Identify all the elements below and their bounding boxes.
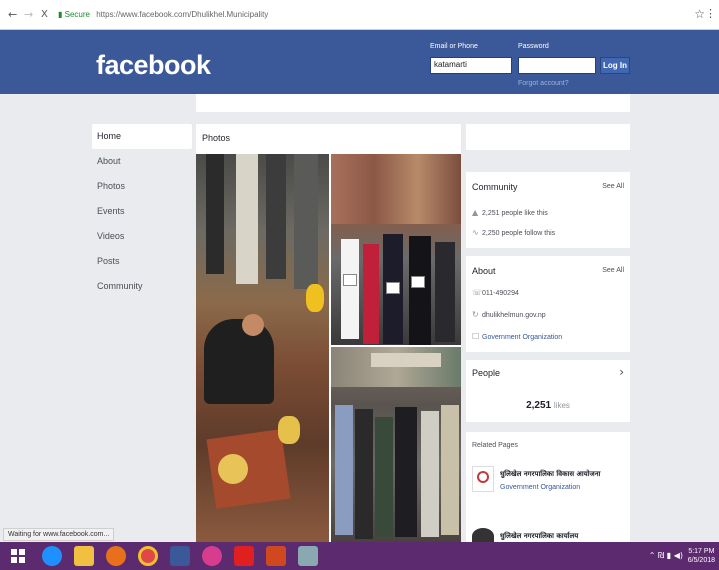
ie-icon[interactable] xyxy=(42,546,62,566)
nav-item-posts[interactable]: Posts xyxy=(92,249,192,274)
left-nav: Home About Photos Events Videos Posts Co… xyxy=(92,124,192,299)
rss-icon: ∿ xyxy=(472,228,479,237)
people-title[interactable]: People xyxy=(472,368,500,378)
nav-item-photos[interactable]: Photos xyxy=(92,174,192,199)
tool-icon[interactable] xyxy=(298,546,318,566)
file-explorer-icon[interactable] xyxy=(74,546,94,566)
system-tray[interactable]: ⌃ ₪ ▮ ◀) xyxy=(649,551,683,560)
nav-item-events[interactable]: Events xyxy=(92,199,192,224)
email-input[interactable]: katamarti xyxy=(430,57,512,74)
photo-group-street[interactable] xyxy=(331,154,461,345)
community-see-all[interactable]: See All xyxy=(602,183,624,190)
login-button[interactable]: Log In xyxy=(600,57,630,74)
community-title: Community xyxy=(472,182,518,192)
email-label: Email or Phone xyxy=(430,43,478,50)
taskbar-clock[interactable]: 5:17 PM 6/5/2018 xyxy=(688,547,715,565)
photos-title[interactable]: Photos xyxy=(202,133,230,143)
people-likes-count: 2,251 likes xyxy=(526,400,570,411)
nav-item-about[interactable]: About xyxy=(92,149,192,174)
about-phone: ☏011-490294 xyxy=(472,288,519,297)
lock-icon: ▮ xyxy=(58,10,63,19)
about-category[interactable]: ☐ Government Organization xyxy=(472,332,562,341)
community-follows: ∿ 2,250 people follow this xyxy=(472,228,556,237)
related-page-logo[interactable] xyxy=(472,466,494,492)
people-chevron-icon[interactable]: › xyxy=(619,365,624,379)
youtube-icon[interactable] xyxy=(234,546,254,566)
globe-icon: ↻ xyxy=(472,310,479,319)
nav-item-videos[interactable]: Videos xyxy=(92,224,192,249)
password-input[interactable] xyxy=(518,57,596,74)
back-icon[interactable]: ← xyxy=(8,8,17,21)
facebook-header: facebook Email or Phone Password katamar… xyxy=(0,30,719,94)
related-page-name[interactable]: धुलिखेल नगरपालिका विकास आयोजना xyxy=(500,470,600,479)
about-title: About xyxy=(472,266,496,276)
browser-status-bar: Waiting for www.facebook.com... xyxy=(3,528,115,541)
community-likes: ▲ 2,251 people like this xyxy=(472,208,548,217)
nav-item-home[interactable]: Home xyxy=(92,124,192,149)
related-pages-card: Related Pages धुलिखेल नगरपालिका विकास आय… xyxy=(466,432,630,544)
thumbs-up-icon: ▲ xyxy=(472,208,479,217)
related-page-name-2[interactable]: धुलिखेल नगरपालिका कार्यालय xyxy=(500,532,578,541)
about-website[interactable]: ↻ dhulikhelmun.gov.np xyxy=(472,310,546,319)
phone-icon: ☏ xyxy=(472,288,483,297)
forgot-account-link[interactable]: Forgot account? xyxy=(518,80,569,87)
url-text: https://www.facebook.com/Dhulikhel.Munic… xyxy=(96,10,269,19)
nav-item-community[interactable]: Community xyxy=(92,274,192,299)
bookmark-star-icon[interactable]: ☆ xyxy=(694,7,705,21)
forward-icon[interactable]: → xyxy=(24,8,33,21)
windows-taskbar: ⌃ ₪ ▮ ◀) 5:17 PM 6/5/2018 xyxy=(0,542,719,570)
category-icon: ☐ xyxy=(472,332,480,341)
related-title: Related Pages xyxy=(472,442,518,449)
powerpoint-icon[interactable] xyxy=(266,546,286,566)
community-card: Community See All ▲ 2,251 people like thi… xyxy=(466,172,630,248)
photo-ceremony[interactable] xyxy=(196,154,329,542)
right-top-card xyxy=(466,124,630,150)
start-windows-icon[interactable] xyxy=(8,546,28,566)
stop-icon[interactable]: X xyxy=(41,9,48,20)
facebook-logo[interactable]: facebook xyxy=(96,50,211,81)
photo-group-site[interactable] xyxy=(331,347,461,542)
secure-label: Secure xyxy=(64,10,90,19)
browser-chrome: ← → X ▮ Secure https://www.facebook.com/… xyxy=(0,0,719,30)
password-label: Password xyxy=(518,43,549,50)
related-page-category[interactable]: Government Organization xyxy=(500,484,580,491)
chrome-icon[interactable] xyxy=(138,546,158,566)
photos-card: Photos xyxy=(196,124,461,542)
firefox-icon[interactable] xyxy=(106,546,126,566)
menu-dots-icon[interactable]: ⋮ xyxy=(705,7,716,20)
facebook-app-icon[interactable] xyxy=(170,546,190,566)
app-icon[interactable] xyxy=(202,546,222,566)
cover-bottom-card xyxy=(196,94,630,112)
about-see-all[interactable]: See All xyxy=(602,267,624,274)
address-bar[interactable]: ▮ Secure https://www.facebook.com/Dhulik… xyxy=(58,7,268,23)
about-card: About See All ☏011-490294 ↻ dhulikhelmun.… xyxy=(466,256,630,352)
people-card: People › 2,251 likes xyxy=(466,360,630,422)
